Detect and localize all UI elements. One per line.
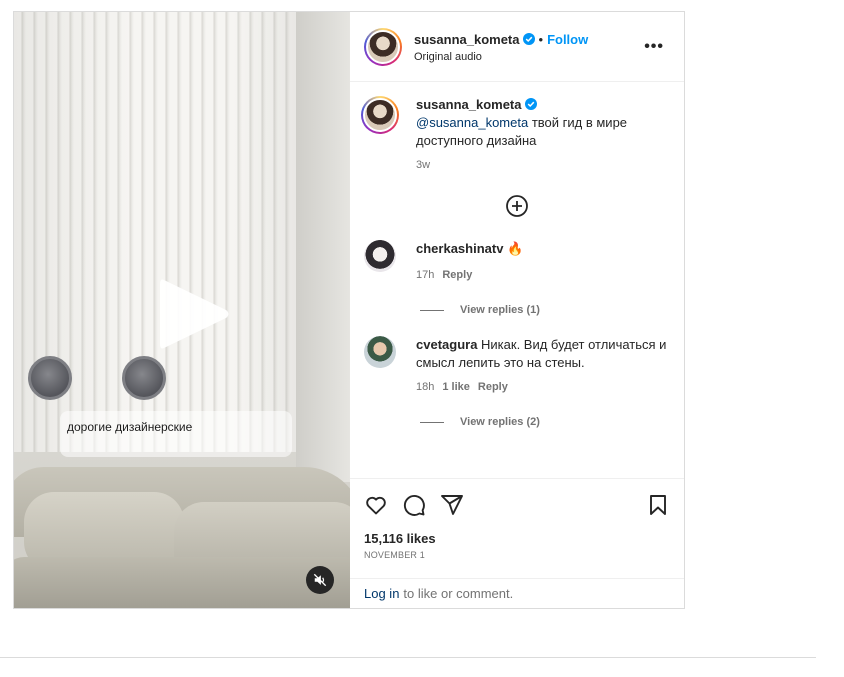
caption-author-avatar[interactable] <box>361 96 399 134</box>
reply-button[interactable]: Reply <box>442 269 472 281</box>
post-header: susanna_kometa • Follow Original audio ••• <box>350 12 684 82</box>
muted-speaker-icon <box>313 573 327 587</box>
wall-lamp-left <box>28 356 72 400</box>
reply-button[interactable]: Reply <box>478 381 508 393</box>
caption-username[interactable]: susanna_kometa <box>416 97 522 112</box>
post-actions: 15,116 likes NOVEMBER 1 <box>350 478 684 578</box>
comment-time[interactable]: 18h <box>416 381 434 393</box>
video-caption-overlay: дорогие дизайнерские <box>60 411 292 457</box>
separator-dot: • <box>538 31 544 47</box>
video-player[interactable]: дорогие дизайнерские <box>14 12 350 608</box>
send-icon[interactable] <box>440 493 464 517</box>
comment-item: cvetagura Никак. Вид будет отличаться и … <box>364 336 670 396</box>
comment-likes[interactable]: 1 like <box>442 381 470 393</box>
likes-count[interactable]: 15,116 likes <box>364 531 670 546</box>
comment-text: 🔥 <box>503 241 524 256</box>
verified-badge-icon <box>522 32 535 45</box>
more-options-button[interactable]: ••• <box>638 38 670 56</box>
caption-mention-link[interactable]: @susanna_kometa <box>416 115 528 130</box>
post-date[interactable]: NOVEMBER 1 <box>364 550 670 560</box>
commenter-username[interactable]: cvetagura <box>416 337 477 352</box>
heart-icon[interactable] <box>364 493 388 517</box>
caption-time[interactable]: 3w <box>416 159 430 171</box>
comment-time[interactable]: 17h <box>416 269 434 281</box>
login-link[interactable]: Log in <box>364 586 399 601</box>
view-replies-button[interactable]: View replies (2) <box>420 416 670 428</box>
verified-badge-icon <box>524 98 537 110</box>
mute-button[interactable] <box>306 566 334 594</box>
post-side-panel: susanna_kometa • Follow Original audio •••… <box>350 12 684 608</box>
video-caption-text: дорогие дизайнерские <box>67 420 193 434</box>
page-divider <box>0 657 816 658</box>
view-replies-label: View replies (2) <box>460 416 540 428</box>
view-replies-button[interactable]: View replies (1) <box>420 304 670 316</box>
view-replies-label: View replies (1) <box>460 304 540 316</box>
comment-icon[interactable] <box>402 493 426 517</box>
commenter-avatar[interactable] <box>364 336 396 368</box>
play-icon[interactable] <box>154 274 234 354</box>
wall-lamp-right <box>122 356 166 400</box>
commenter-avatar[interactable] <box>364 240 396 272</box>
commenter-username[interactable]: cherkashinatv <box>416 241 503 256</box>
comment-item: cherkashinatv 🔥 17h Reply <box>364 240 670 284</box>
post-card: дорогие дизайнерские susanna_kometa • Foll… <box>13 11 685 609</box>
author-username[interactable]: susanna_kometa <box>414 32 520 47</box>
login-text: to like or comment. <box>403 586 514 601</box>
original-audio-link[interactable]: Original audio <box>414 51 638 63</box>
wall-panel <box>296 12 350 482</box>
comments-section: susanna_kometa @susanna_kometa твой гид … <box>350 82 684 478</box>
plus-circle-icon[interactable] <box>505 194 529 218</box>
post-caption: susanna_kometa @susanna_kometa твой гид … <box>361 96 670 174</box>
bookmark-icon[interactable] <box>646 493 670 517</box>
login-prompt: Log in to like or comment. <box>350 578 684 608</box>
author-avatar[interactable] <box>364 27 402 66</box>
follow-button[interactable]: Follow <box>547 32 588 47</box>
